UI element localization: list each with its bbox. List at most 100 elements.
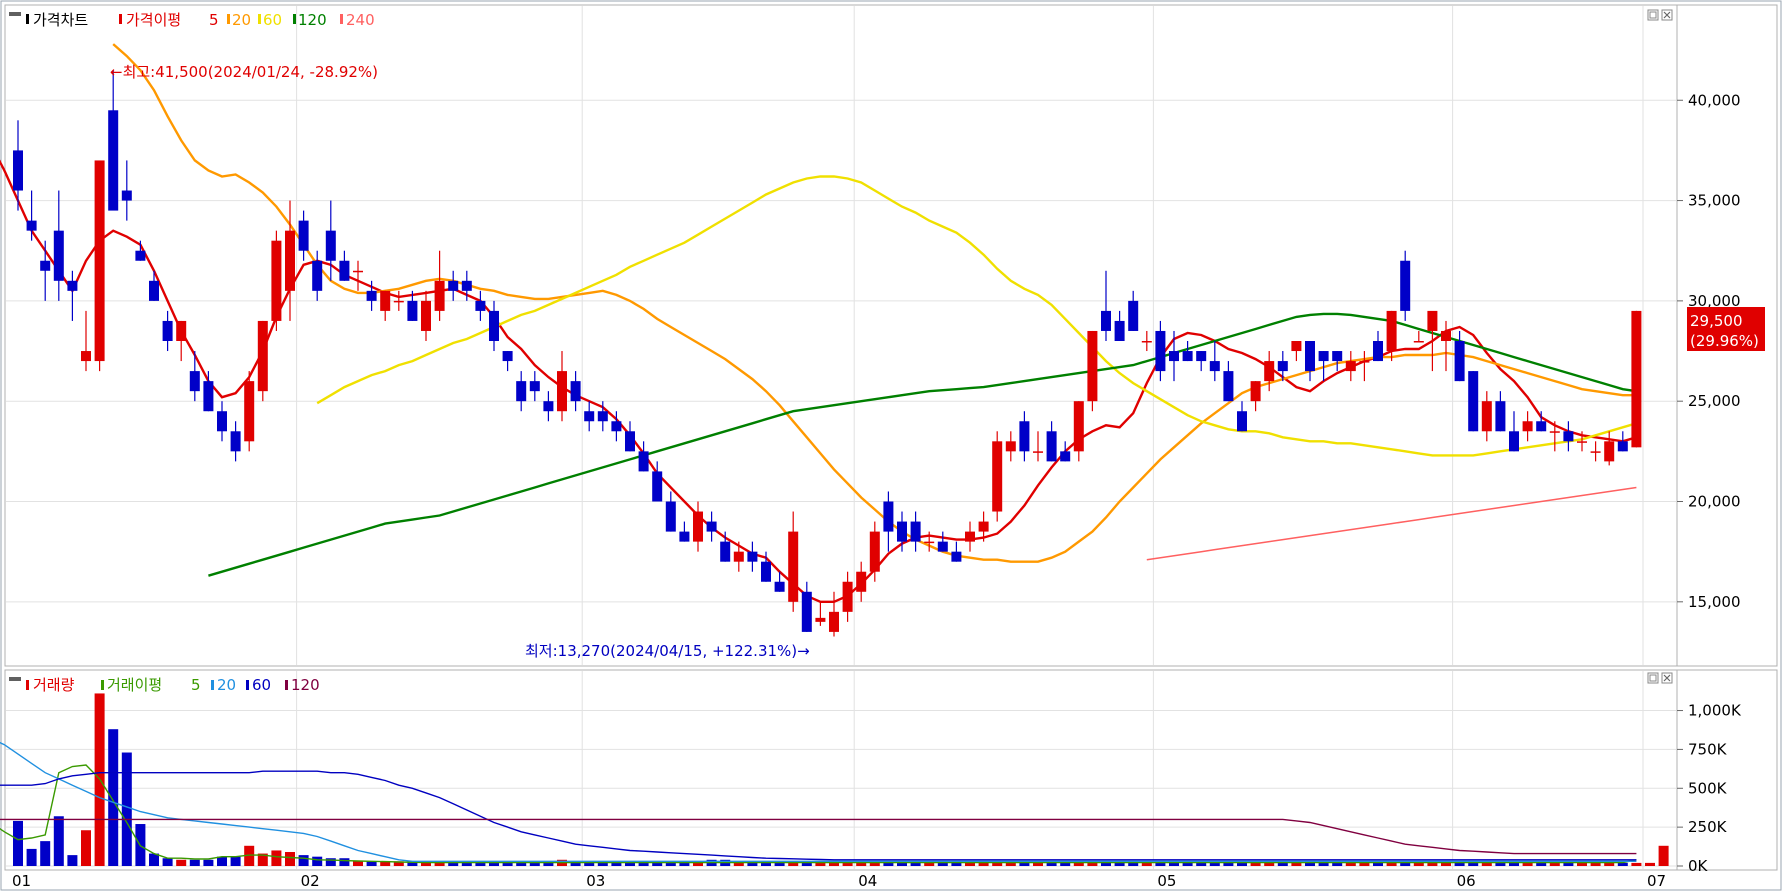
volume-bar [203,859,214,866]
panel-menu-icon[interactable] [9,12,21,16]
volume-bar [1019,862,1030,866]
volume-bar [543,862,554,866]
candle-body [1005,441,1016,452]
candle-body [434,280,445,311]
price-tick-label: 40,000 [1688,91,1741,109]
candle-body [1386,310,1397,352]
volume-bar [1114,862,1125,866]
volume-bar [1128,862,1139,866]
candle-body [67,280,78,291]
volume-bar [1577,862,1587,866]
volume-axis-area [1676,669,1778,871]
volume-bar [801,862,812,866]
candle-body [1441,330,1451,341]
x-tick-label: 03 [586,872,605,890]
volume-bar [788,862,799,866]
volume-bar [230,856,241,866]
candle-body [489,310,499,341]
candle-body [693,511,703,542]
volume-bar [1386,862,1397,866]
volume-bar [1590,862,1601,866]
candle-body [189,371,200,392]
volume-bar [856,862,867,866]
candle-body [1332,351,1343,362]
candle-body [1128,300,1139,331]
volume-bar [869,862,880,866]
candle-body [842,581,853,612]
candle-body [1481,401,1492,432]
current-price-value: 29,500 [1690,312,1743,330]
candle-body [1087,330,1098,402]
candle-body [733,551,744,562]
volume-bar [1087,862,1098,866]
legend-vma5: 5 [191,676,201,694]
volume-bar [733,862,744,866]
candle-body [1196,351,1207,362]
volume-bar [910,862,921,866]
volume-bar [1658,845,1669,866]
candle-body [81,351,91,362]
candle-body [665,501,676,532]
volume-bar [1182,862,1193,866]
volume-bar [842,862,853,866]
candle-body [1209,361,1220,372]
candle-body [992,441,1003,512]
volume-bar [1468,862,1479,866]
candle-body [135,250,146,261]
candle-body [570,381,581,402]
volume-bar [1277,862,1288,866]
volume-bar [924,862,935,866]
candle-body [94,160,105,362]
candle-body [856,571,867,592]
stock-chart-window: 01 02 03 04 05 06 07 40,000 35,000 30,000 25,000 20… [0,0,1782,892]
candle-body [230,431,241,452]
candle-body [325,230,336,261]
candle-body [1182,351,1193,362]
candle-body [1345,361,1356,372]
legend-vma120: 120 [291,676,320,694]
candle-body [910,521,921,542]
candle-body [285,230,295,291]
x-tick-label: 05 [1157,872,1176,890]
current-price-change: (29.96%) [1690,332,1759,350]
volume-bar [1522,862,1533,866]
volume-bar [815,862,826,866]
volume-bar [1264,862,1275,866]
current-price-tag: 29,500 (29.96%) [1687,307,1765,351]
volume-bar [1495,862,1506,866]
candle-body [829,611,839,632]
volume-bar [312,856,323,866]
candle-body [1495,401,1506,432]
candle-body [706,521,717,532]
volume-bar [421,862,431,866]
volume-bar [1046,862,1057,866]
candle-body [1549,431,1560,433]
candle-body [1454,341,1465,382]
candle-body [965,531,975,542]
volume-bar [1427,862,1438,866]
candle-body [1019,421,1030,452]
high-price-annotation: ←최고:41,500(2024/01/24, -28.92%) [110,63,378,81]
volume-bar [285,852,295,866]
volume-bar [1155,862,1166,866]
candle-body [26,220,37,231]
volume-bar [67,855,78,866]
price-tick-label: 25,000 [1688,392,1741,410]
legend-vma20: 20 [217,676,236,694]
volume-bar [1549,862,1560,866]
volume-bar [665,862,676,866]
volume-panel-menu-icon[interactable] [9,677,21,681]
volume-bar [597,862,608,866]
candle-body [121,190,132,201]
volume-bar [1645,862,1655,866]
volume-bar [353,861,363,866]
volume-bar [897,862,907,866]
candle-body [883,501,894,532]
candle-body [366,290,377,301]
candle-body [176,320,187,341]
volume-bar [584,862,595,866]
candle-body [788,531,799,602]
volume-bar [1305,862,1315,866]
candle-body [1141,341,1152,343]
candle-body [1318,351,1329,362]
